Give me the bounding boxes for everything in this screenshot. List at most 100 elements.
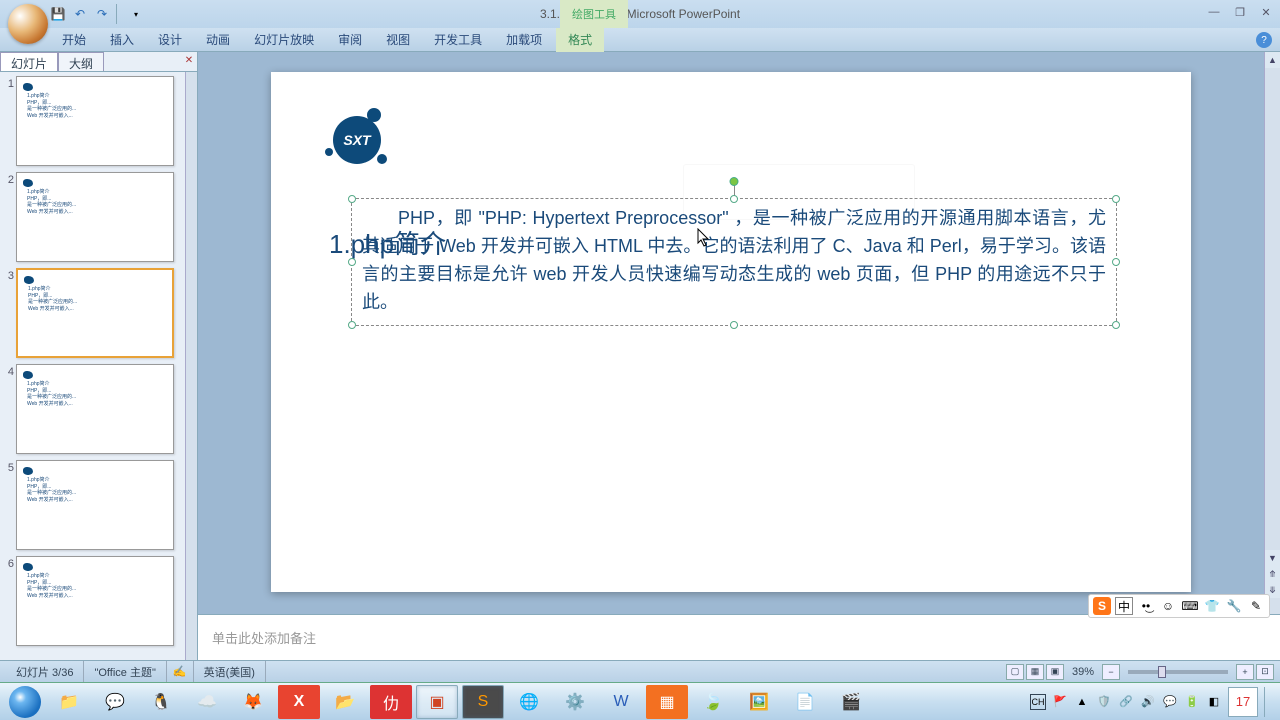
tray-flag-icon[interactable]: 🚩 — [1052, 694, 1068, 710]
tab-design[interactable]: 设计 — [146, 27, 194, 52]
thumbnail[interactable]: 1.php简介PHP，即...是一种被广泛应用的...Web 开发并可嵌入... — [16, 268, 174, 358]
undo-icon[interactable]: ↶ — [70, 4, 90, 24]
thumbnail[interactable]: 1.php简介PHP，即...是一种被广泛应用的...Web 开发并可嵌入... — [16, 364, 174, 454]
panel-tab-outline[interactable]: 大纲 — [58, 52, 104, 71]
vertical-scrollbar[interactable]: ▲ ▼ ⤊ ⤋ — [1264, 52, 1280, 614]
thumbnail[interactable]: 1.php简介PHP，即...是一种被广泛应用的...Web 开发并可嵌入... — [16, 460, 174, 550]
task-firefox-icon[interactable]: 🦊 — [232, 685, 274, 719]
thumbnail[interactable]: 1.php简介PHP，即...是一种被广泛应用的...Web 开发并可嵌入... — [16, 556, 174, 646]
tab-format[interactable]: 格式 — [556, 27, 604, 52]
tab-view[interactable]: 视图 — [374, 27, 422, 52]
tray-battery-icon[interactable]: 🔋 — [1184, 694, 1200, 710]
minimize-button[interactable]: — — [1204, 4, 1224, 20]
tray-up-icon[interactable]: ▲ — [1074, 694, 1090, 710]
slide-canvas[interactable]: SXT 1.php简介 PHP — [198, 52, 1264, 614]
panel-close-icon[interactable]: ✕ — [181, 52, 197, 68]
close-button[interactable]: ✕ — [1256, 4, 1276, 20]
task-explorer-icon[interactable]: 📁 — [48, 685, 90, 719]
tray-app-icon[interactable]: ◧ — [1206, 694, 1222, 710]
save-icon[interactable]: 💾 — [48, 4, 68, 24]
thumbnail-row[interactable]: 61.php简介PHP，即...是一种被广泛应用的...Web 开发并可嵌入..… — [2, 556, 183, 646]
tray-msg-icon[interactable]: 💬 — [1162, 694, 1178, 710]
prev-slide-icon[interactable]: ⤊ — [1265, 566, 1280, 582]
office-button[interactable] — [8, 4, 48, 44]
task-word-icon[interactable]: W — [600, 685, 642, 719]
thumbnail-row[interactable]: 41.php简介PHP，即...是一种被广泛应用的...Web 开发并可嵌入..… — [2, 364, 183, 454]
resize-handle-ne[interactable] — [1112, 195, 1120, 203]
zoom-slider[interactable] — [1128, 670, 1228, 674]
tab-review[interactable]: 审阅 — [326, 27, 374, 52]
maximize-button[interactable]: ❐ — [1230, 4, 1250, 20]
tab-developer[interactable]: 开发工具 — [422, 27, 494, 52]
slide-body-text[interactable]: PHP，即 "PHP: Hypertext Preprocessor" ，是一种… — [352, 199, 1116, 323]
textbox-selected[interactable]: PHP，即 "PHP: Hypertext Preprocessor" ，是一种… — [351, 198, 1117, 326]
resize-handle-n[interactable] — [730, 195, 738, 203]
tray-vol-icon[interactable]: 🔊 — [1140, 694, 1156, 710]
qat-more-icon[interactable]: ▾ — [126, 4, 146, 24]
panel-tab-slides[interactable]: 幻灯片 — [0, 52, 58, 71]
sogou-logo-icon[interactable]: S — [1093, 597, 1111, 615]
scroll-down-icon[interactable]: ▼ — [1265, 550, 1280, 566]
thumbnail-row[interactable]: 11.php简介PHP，即...是一种被广泛应用的...Web 开发并可嵌入..… — [2, 76, 183, 166]
tray-net-icon[interactable]: 🔗 — [1118, 694, 1134, 710]
resize-handle-e[interactable] — [1112, 258, 1120, 266]
task-paint-icon[interactable]: 🖼️ — [738, 685, 780, 719]
view-normal-icon[interactable]: ▢ — [1006, 664, 1024, 680]
tab-insert[interactable]: 插入 — [98, 27, 146, 52]
zoom-level[interactable]: 39% — [1072, 666, 1094, 678]
ime-punct-icon[interactable]: •͜• — [1137, 597, 1155, 615]
tab-addins[interactable]: 加载项 — [494, 27, 554, 52]
status-spellcheck-icon[interactable]: ✍ — [167, 661, 194, 682]
resize-handle-nw[interactable] — [348, 195, 356, 203]
task-qq-icon[interactable]: 🐧 — [140, 685, 182, 719]
zoom-in-icon[interactable]: + — [1236, 664, 1254, 680]
task-folder2-icon[interactable]: 📂 — [324, 685, 366, 719]
resize-handle-sw[interactable] — [348, 321, 356, 329]
thumbnail-row[interactable]: 21.php简介PHP，即...是一种被广泛应用的...Web 开发并可嵌入..… — [2, 172, 183, 262]
task-powerpoint-icon[interactable]: ▣ — [416, 685, 458, 719]
tray-safe-icon[interactable]: 🛡️ — [1096, 694, 1112, 710]
tray-calendar[interactable]: 17 — [1228, 687, 1258, 717]
scroll-up-icon[interactable]: ▲ — [1265, 52, 1280, 68]
ime-softkb-icon[interactable]: ⌨ — [1181, 597, 1199, 615]
tab-home[interactable]: 开始 — [50, 27, 98, 52]
view-sorter-icon[interactable]: ▦ — [1026, 664, 1044, 680]
rotate-handle[interactable] — [730, 177, 739, 186]
resize-handle-w[interactable] — [348, 258, 356, 266]
task-xmind-icon[interactable]: X — [278, 685, 320, 719]
notes-pane[interactable]: 单击此处添加备注 — [198, 614, 1280, 660]
ime-settings-icon[interactable]: ✎ — [1247, 597, 1265, 615]
fit-window-icon[interactable]: ⊡ — [1256, 664, 1274, 680]
task-evernote-icon[interactable]: 🍃 — [692, 685, 734, 719]
task-wechat-icon[interactable]: 💬 — [94, 685, 136, 719]
task-recorder-icon[interactable]: 🎬 — [830, 685, 872, 719]
resize-handle-s[interactable] — [730, 321, 738, 329]
tab-slideshow[interactable]: 幻灯片放映 — [242, 27, 326, 52]
task-app-red-icon[interactable]: 仂 — [370, 685, 412, 719]
resize-handle-se[interactable] — [1112, 321, 1120, 329]
view-slideshow-icon[interactable]: ▣ — [1046, 664, 1064, 680]
thumbnail-row[interactable]: 51.php简介PHP，即...是一种被广泛应用的...Web 开发并可嵌入..… — [2, 460, 183, 550]
ime-tool-icon[interactable]: 🔧 — [1225, 597, 1243, 615]
zoom-out-icon[interactable]: − — [1102, 664, 1120, 680]
ime-mode-badge[interactable]: 中 — [1115, 597, 1133, 615]
thumbnail[interactable]: 1.php简介PHP，即...是一种被广泛应用的...Web 开发并可嵌入... — [16, 76, 174, 166]
thumbnail[interactable]: 1.php简介PHP，即...是一种被广泛应用的...Web 开发并可嵌入... — [16, 172, 174, 262]
ime-face-icon[interactable]: ☺ — [1159, 597, 1177, 615]
task-notepad-icon[interactable]: 📄 — [784, 685, 826, 719]
thumbnail-scrollbar[interactable] — [185, 72, 197, 660]
ime-skin-icon[interactable]: 👕 — [1203, 597, 1221, 615]
task-xampp-icon[interactable]: ▦ — [646, 685, 688, 719]
status-language[interactable]: 英语(美国) — [194, 661, 266, 682]
task-obs-icon[interactable]: ⚙️ — [554, 685, 596, 719]
start-button[interactable] — [4, 685, 46, 719]
tray-ime-icon[interactable]: CH — [1030, 694, 1046, 710]
help-icon[interactable]: ? — [1256, 32, 1272, 48]
task-chrome-icon[interactable]: 🌐 — [508, 685, 550, 719]
tab-animations[interactable]: 动画 — [194, 27, 242, 52]
redo-icon[interactable]: ↷ — [92, 4, 112, 24]
thumbnail-row[interactable]: 31.php简介PHP，即...是一种被广泛应用的...Web 开发并可嵌入..… — [2, 268, 183, 358]
show-desktop-button[interactable] — [1264, 687, 1272, 717]
task-weather-icon[interactable]: ☁️ — [186, 685, 228, 719]
task-sublime-icon[interactable]: S — [462, 685, 504, 719]
